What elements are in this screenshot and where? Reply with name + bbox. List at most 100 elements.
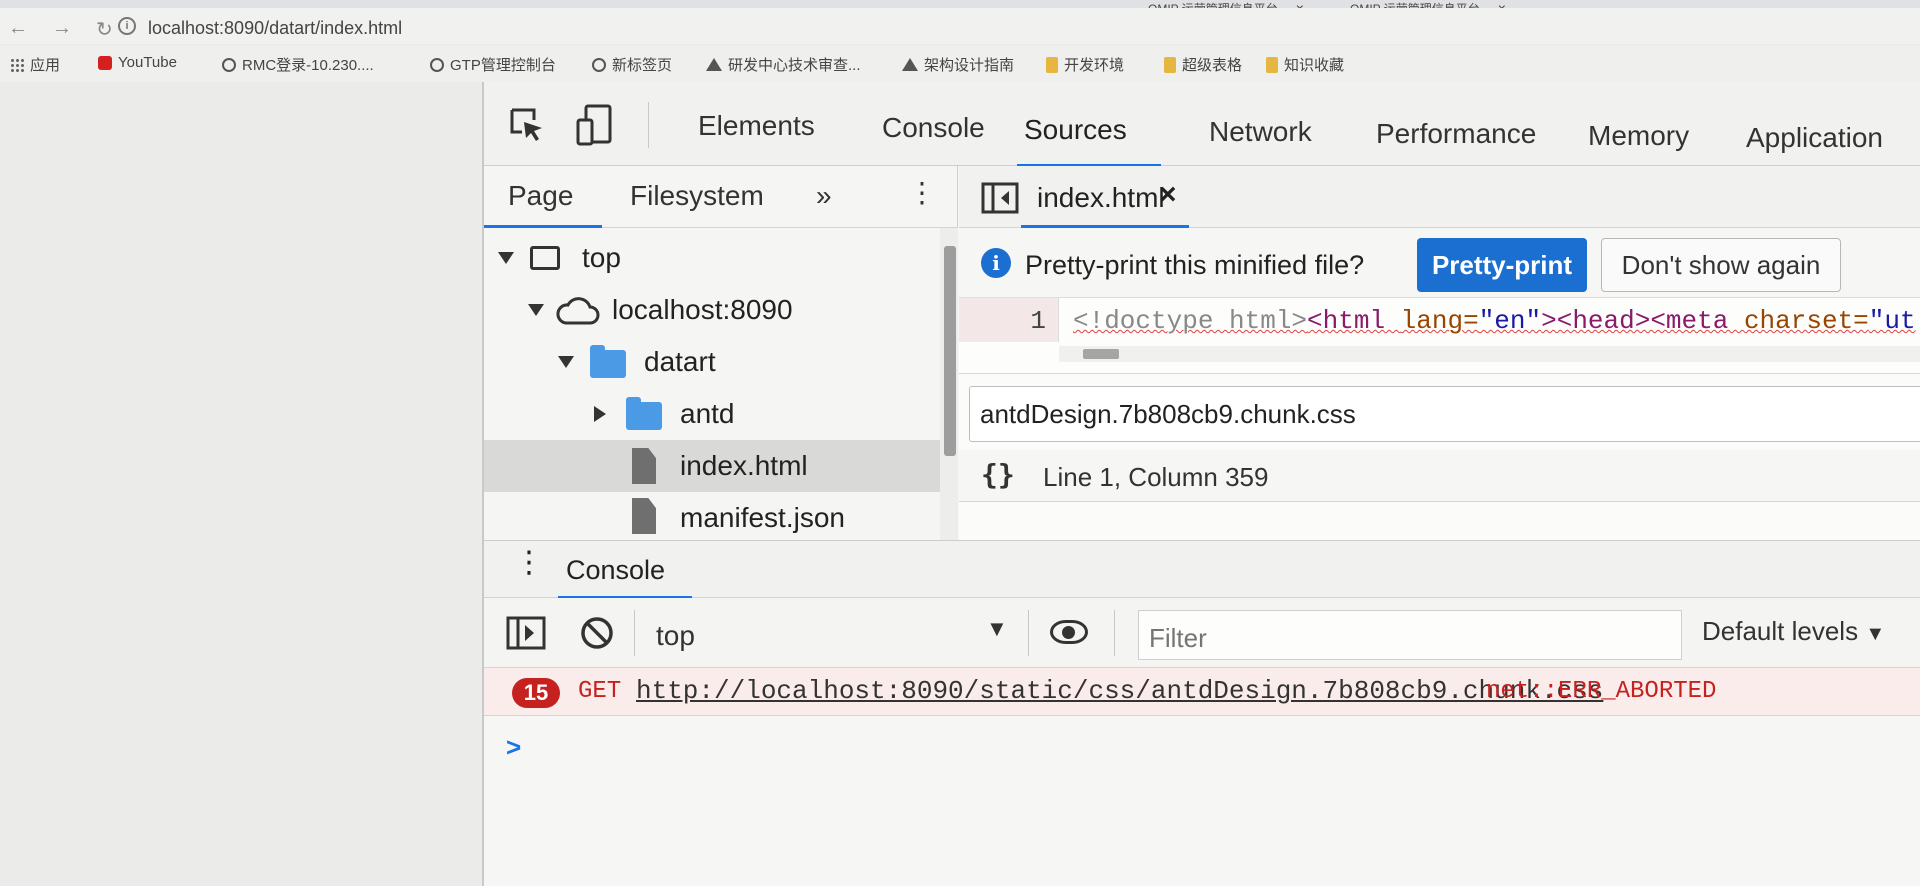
close-icon[interactable]: × [1159, 178, 1177, 212]
tab-application[interactable]: Application [1746, 122, 1883, 154]
bookmark-item[interactable]: 研发中心技术审查... [706, 54, 861, 75]
address-bar: ← → ↻ i localhost:8090/datart/index.html [0, 8, 1920, 44]
bookmark-item[interactable]: YouTube [98, 54, 177, 71]
tab-console-drawer[interactable]: Console [566, 555, 665, 586]
code-line[interactable]: <!doctype html><html lang="en"><head><me… [1073, 306, 1916, 336]
bookmark-label: 架构设计指南 [924, 57, 1015, 74]
bookmark-item[interactable]: RMC登录-10.230.... [222, 54, 374, 75]
chevron-down-icon[interactable] [528, 304, 544, 316]
back-icon[interactable]: ← [8, 17, 28, 40]
bookmark-label: 应用 [30, 57, 61, 74]
chevron-down-icon[interactable] [498, 252, 514, 264]
triangle-icon [706, 58, 722, 71]
context-select[interactable]: top [656, 620, 695, 652]
youtube-icon [98, 55, 112, 70]
toggle-navigator-icon[interactable] [981, 182, 1019, 214]
code-tag: ><head><meta [1541, 306, 1744, 336]
log-levels-label: Default levels [1702, 616, 1859, 646]
tab-page[interactable]: Page [508, 180, 573, 212]
request-url-link[interactable]: http://localhost:8090/static/css/antdDes… [636, 676, 1603, 706]
bookmark-item[interactable]: 开发环境 [1046, 54, 1124, 75]
tree-item-label: antd [680, 398, 735, 429]
tree-item-origin[interactable]: localhost:8090 [484, 284, 940, 336]
more-tabs-icon[interactable]: » [816, 180, 832, 212]
tree-item-manifest[interactable]: manifest.json [484, 492, 940, 540]
bookmark-item[interactable]: 架构设计指南 [902, 54, 1014, 75]
scrollbar-thumb[interactable] [944, 246, 956, 456]
folder-icon [1266, 56, 1278, 73]
apps-grid-icon [10, 57, 24, 72]
file-icon [632, 448, 656, 484]
horizontal-scrollbar[interactable] [1059, 346, 1920, 362]
show-sidebar-icon[interactable] [506, 616, 546, 650]
dont-show-again-button[interactable]: Don't show again [1601, 238, 1841, 292]
cursor-position: Line 1, Column 359 [1043, 462, 1269, 492]
dropdown-arrow-icon[interactable]: ▼ [986, 616, 1008, 642]
tab-elements[interactable]: Elements [698, 110, 815, 142]
code-area[interactable]: 1 <!doctype html><html lang="en"><head><… [959, 298, 1920, 374]
request-method: GET [578, 678, 622, 705]
error-count-badge: 15 [512, 678, 560, 708]
site-info-icon[interactable]: i [118, 17, 136, 35]
clear-console-icon[interactable] [580, 616, 614, 650]
navigator-scrollbar[interactable] [940, 228, 958, 540]
bookmark-item[interactable]: GTP管理控制台 [430, 54, 556, 75]
devtools-toolbar: Elements Console Sources Network Perform… [484, 82, 1920, 167]
kebab-menu-icon[interactable]: ⋮ [514, 545, 544, 580]
tab-sources[interactable]: Sources [1024, 114, 1127, 146]
scrollbar-thumb[interactable] [1083, 349, 1119, 359]
reload-icon[interactable]: ↻ [96, 17, 113, 42]
tab-performance[interactable]: Performance [1376, 118, 1536, 150]
cloud-icon [556, 297, 600, 325]
device-toolbar-icon[interactable] [576, 104, 614, 146]
chevron-right-icon[interactable] [594, 406, 606, 422]
tree-item-antd[interactable]: antd [484, 388, 940, 440]
toolbar-divider [648, 102, 649, 148]
console-error-message[interactable]: 15 GET http://localhost:8090/static/css/… [484, 668, 1920, 716]
open-file-input[interactable]: antdDesign.7b808cb9.chunk.css [969, 386, 1920, 442]
tab-console[interactable]: Console [882, 112, 985, 144]
file-tab-index-html[interactable]: index.html [1037, 182, 1165, 214]
line-gutter: 1 [959, 298, 1059, 342]
tree-item-datart[interactable]: datart [484, 336, 940, 388]
folder-icon [1164, 56, 1176, 73]
log-levels-dropdown[interactable]: Default levels ▼ [1702, 616, 1885, 647]
bookmark-label: GTP管理控制台 [450, 57, 556, 74]
code-attr: charset= [1743, 306, 1869, 336]
pretty-print-icon[interactable]: {} [981, 458, 1015, 491]
tree-item-index-html[interactable]: index.html [484, 440, 940, 492]
open-file-query[interactable]: antdDesign.7b808cb9.chunk.css [980, 399, 1356, 430]
filter-field[interactable] [1138, 610, 1682, 660]
filter-input[interactable] [1149, 623, 1649, 654]
devtools-panel: Elements Console Sources Network Perform… [482, 82, 1920, 886]
line-number: 1 [1030, 306, 1046, 336]
bookmark-item[interactable]: 超级表格 [1164, 54, 1242, 75]
info-icon: i [981, 248, 1011, 278]
file-icon [632, 498, 656, 534]
console-prompt[interactable]: > [506, 732, 521, 763]
bookmark-item[interactable]: 新标签页 [592, 54, 672, 75]
dropdown-arrow-icon: ▼ [1865, 623, 1886, 645]
url-field[interactable]: localhost:8090/datart/index.html [148, 18, 402, 39]
code-tag: <html [1307, 306, 1401, 336]
active-tab-indicator [484, 225, 602, 228]
bookmark-label: 知识收藏 [1284, 57, 1345, 74]
tab-memory[interactable]: Memory [1588, 120, 1689, 152]
bookmark-item[interactable]: 应用 [10, 54, 60, 75]
code-doctype: <!doctype html> [1073, 306, 1308, 336]
tab-network[interactable]: Network [1209, 116, 1312, 148]
tab-filesystem[interactable]: Filesystem [630, 180, 764, 212]
live-expression-eye-icon[interactable] [1050, 620, 1088, 644]
bookmark-item[interactable]: 知识收藏 [1266, 54, 1344, 75]
tree-item-top[interactable]: top [484, 232, 940, 284]
forward-icon[interactable]: → [52, 17, 72, 40]
pretty-print-button[interactable]: Pretty-print [1417, 238, 1587, 292]
error-status: net::ERR_ABORTED [1486, 678, 1717, 705]
bookmark-label: 研发中心技术审查... [728, 57, 861, 74]
globe-icon [430, 57, 444, 72]
inspect-element-icon[interactable] [508, 106, 546, 144]
bookmark-label: RMC登录-10.230.... [242, 57, 374, 74]
bookmark-label: 新标签页 [612, 57, 673, 74]
chevron-down-icon[interactable] [558, 356, 574, 368]
kebab-menu-icon[interactable]: ⋮ [908, 176, 936, 209]
